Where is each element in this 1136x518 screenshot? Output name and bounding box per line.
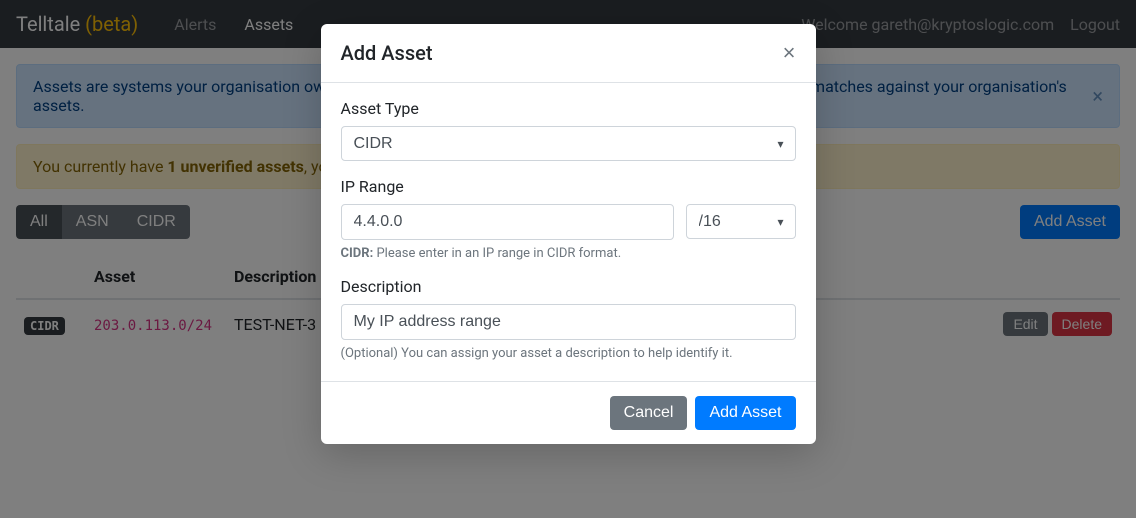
- asset-type-group: Asset Type CIDR: [341, 99, 796, 161]
- asset-type-select[interactable]: CIDR: [341, 126, 796, 161]
- prefix-select-wrap: /16: [686, 204, 796, 240]
- asset-type-select-wrap: CIDR: [341, 126, 796, 161]
- description-input[interactable]: [341, 304, 796, 340]
- modal-backdrop[interactable]: Add Asset × Asset Type CIDR IP Range: [0, 0, 1136, 518]
- add-asset-modal: Add Asset × Asset Type CIDR IP Range: [321, 24, 816, 444]
- close-icon[interactable]: ×: [783, 40, 796, 66]
- prefix-select[interactable]: /16: [686, 204, 796, 239]
- modal-header: Add Asset ×: [321, 24, 816, 83]
- modal-body: Asset Type CIDR IP Range /16: [321, 83, 816, 381]
- cidr-help-text: CIDR: Please enter in an IP range in CID…: [341, 246, 796, 261]
- asset-type-label: Asset Type: [341, 99, 796, 118]
- ip-input[interactable]: [341, 204, 674, 240]
- cidr-help-rest: Please enter in an IP range in CIDR form…: [373, 246, 621, 261]
- submit-add-asset-button[interactable]: Add Asset: [695, 396, 795, 430]
- description-label: Description: [341, 277, 796, 296]
- description-group: Description (Optional) You can assign yo…: [341, 277, 796, 361]
- cancel-button[interactable]: Cancel: [610, 396, 688, 430]
- modal-footer: Cancel Add Asset: [321, 381, 816, 444]
- ip-range-group: IP Range /16 CIDR: Please enter in an IP…: [341, 177, 796, 261]
- ip-range-row: /16: [341, 204, 796, 240]
- modal-title: Add Asset: [341, 41, 433, 65]
- description-help-text: (Optional) You can assign your asset a d…: [341, 346, 796, 361]
- cidr-help-bold: CIDR:: [341, 246, 374, 261]
- ip-range-label: IP Range: [341, 177, 796, 196]
